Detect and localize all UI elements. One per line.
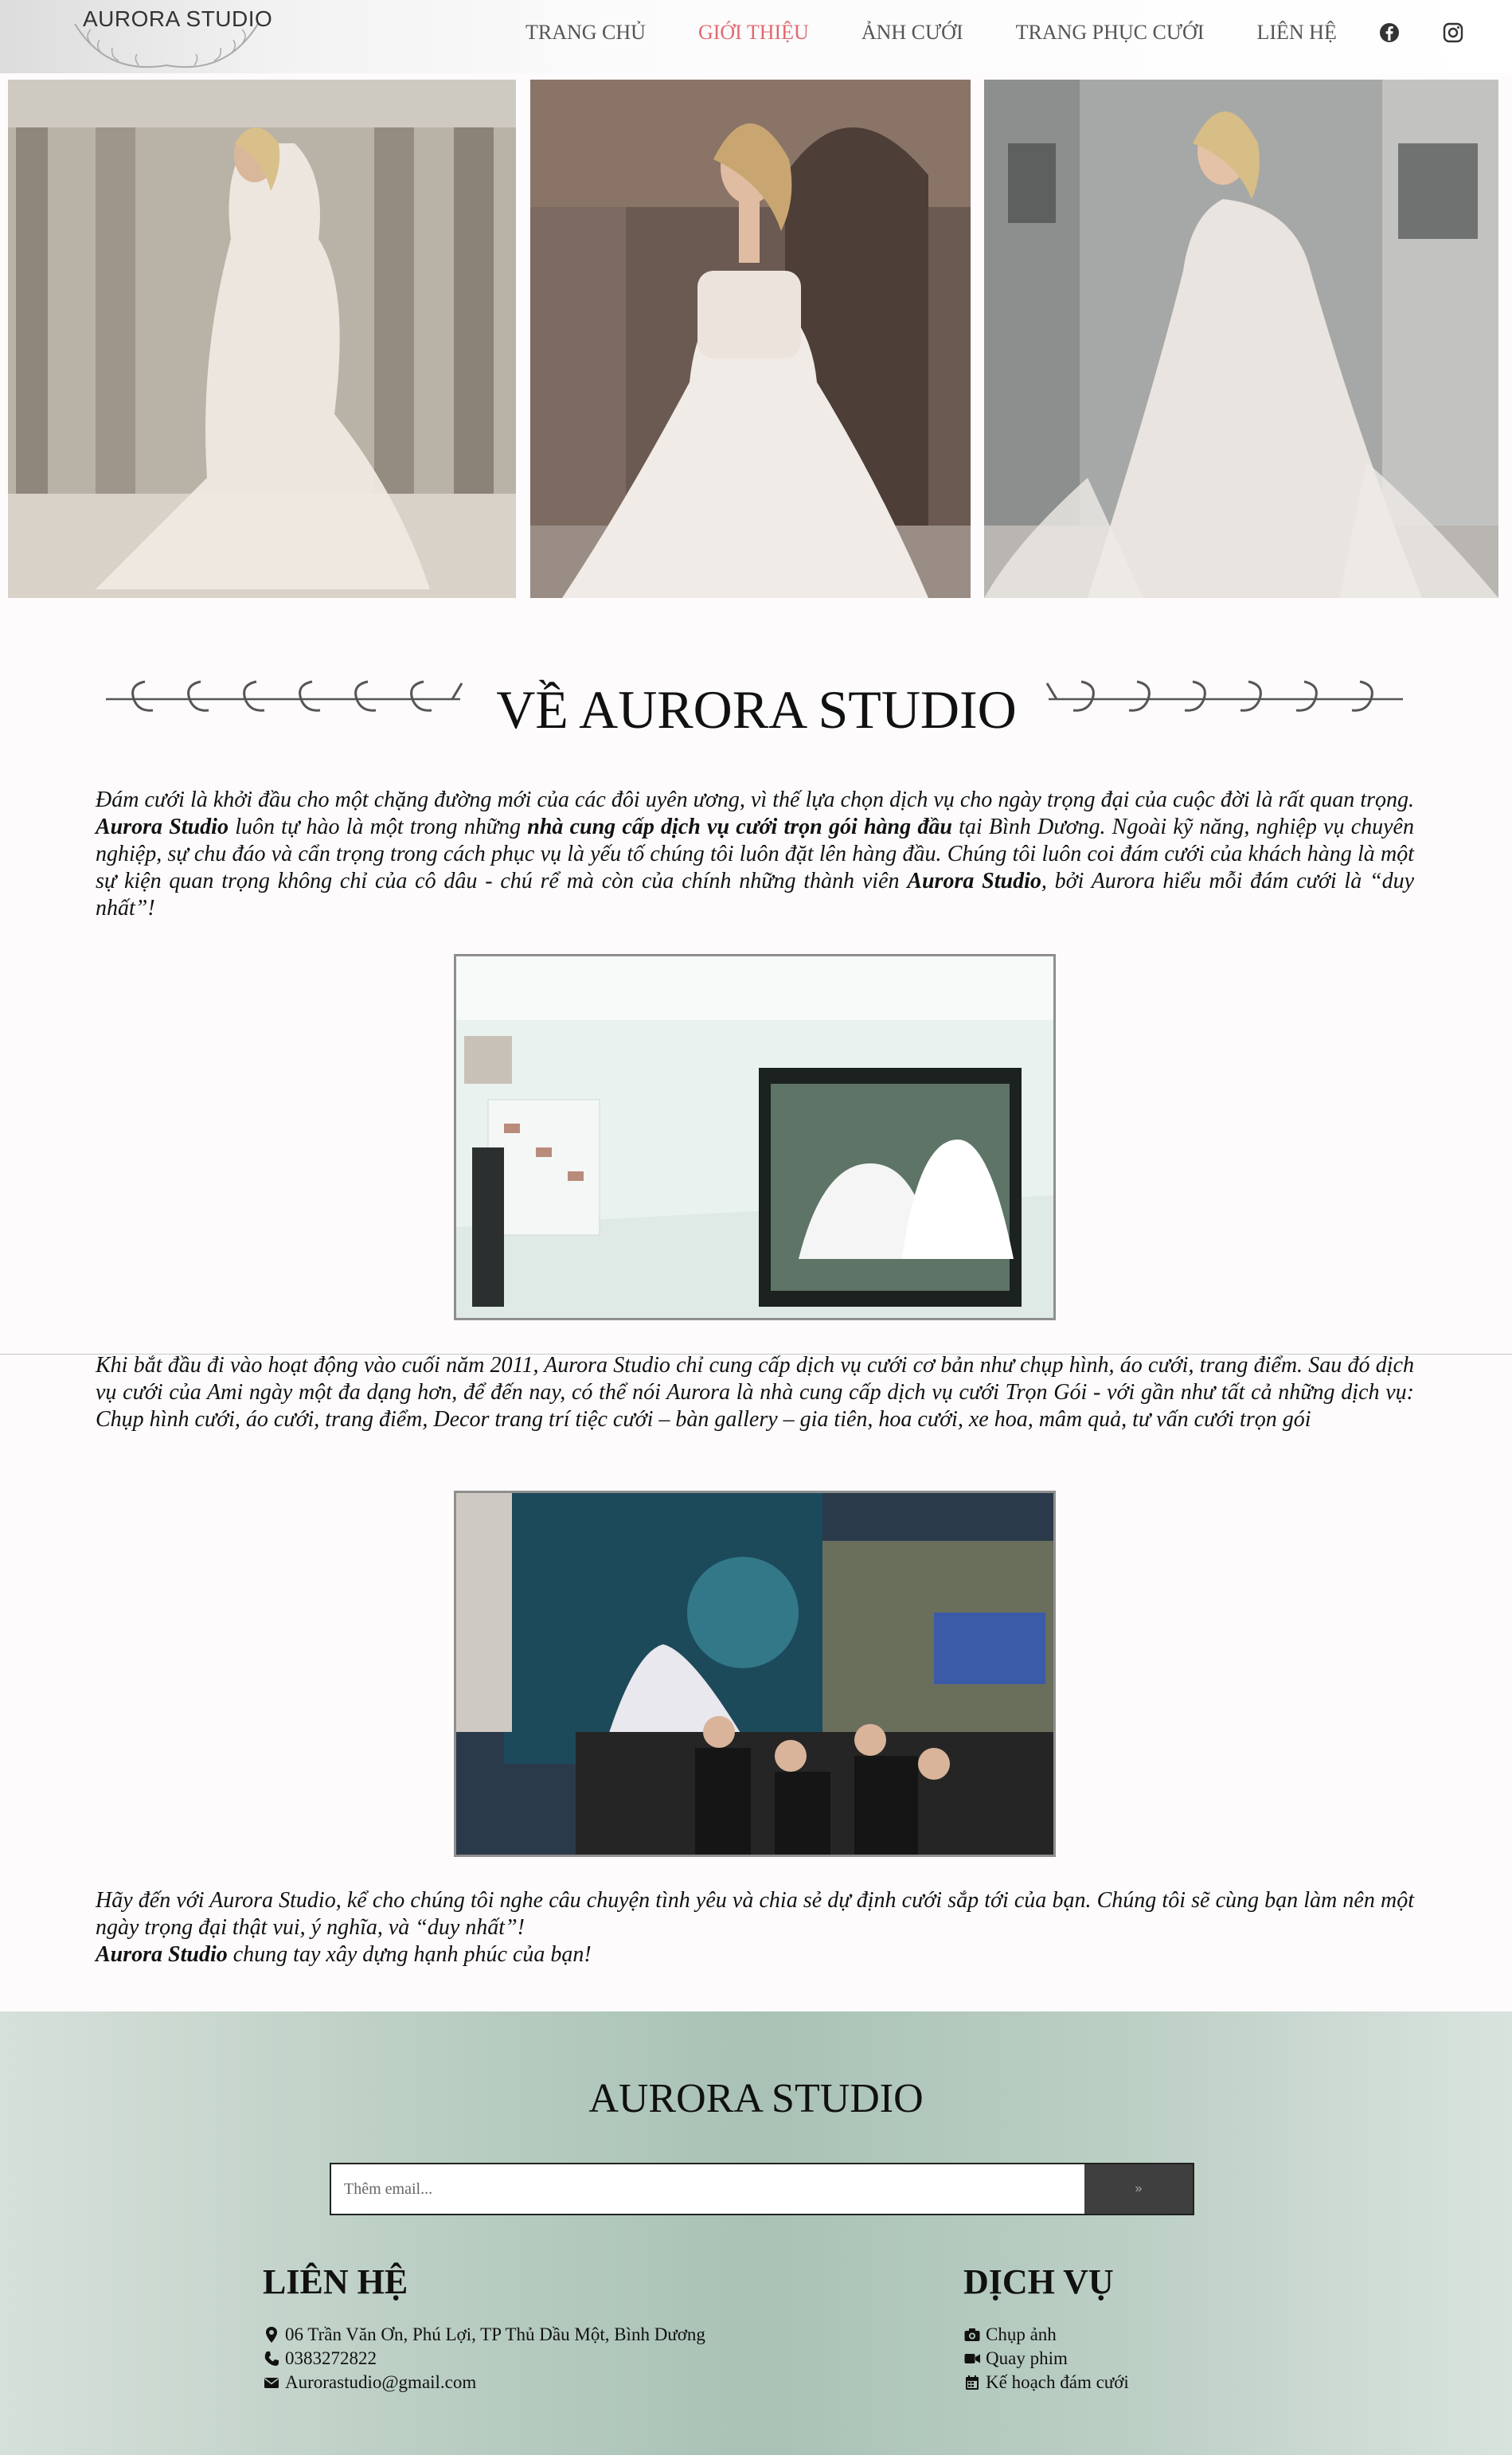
facebook-icon[interactable] bbox=[1378, 22, 1401, 44]
services-column: DỊCH VỤ Chụp ảnh Quay phim Kế hoạch đám … bbox=[963, 2261, 1129, 2394]
service-item-photo[interactable]: Chụp ảnh bbox=[963, 2323, 1129, 2347]
text: luôn tự hào là một trong những bbox=[228, 815, 528, 839]
leaf-divider-right-icon bbox=[1045, 680, 1403, 712]
phone-text: 0383272822 bbox=[285, 2348, 377, 2368]
service-item-video[interactable]: Quay phim bbox=[963, 2347, 1129, 2371]
contact-phone[interactable]: 0383272822 bbox=[263, 2347, 705, 2371]
subscribe-form: » bbox=[330, 2163, 1194, 2215]
site-header: AURORA STUDIO TRANG CHỦ GIỚI THIỆU ẢNH C… bbox=[0, 0, 1512, 73]
banner-photo-1 bbox=[8, 80, 516, 598]
email-input[interactable] bbox=[331, 2164, 1084, 2214]
brand-name: Aurora Studio bbox=[907, 869, 1041, 893]
banner-photo-3 bbox=[984, 80, 1498, 598]
highlight: nhà cung cấp dịch vụ cưới trọn gói hàng … bbox=[527, 815, 952, 839]
footer-title: AURORA STUDIO bbox=[588, 2076, 924, 2121]
logo-text: AURORA STUDIO bbox=[83, 6, 273, 31]
about-paragraph-3: Hãy đến với Aurora Studio, kể cho chúng … bbox=[96, 1887, 1414, 1968]
nav-trang-chu[interactable]: TRANG CHỦ bbox=[525, 21, 646, 45]
nav-gioi-thieu[interactable]: GIỚI THIỆU bbox=[698, 21, 809, 45]
about-paragraph-1: Đám cưới là khởi đầu cho một chặng đường… bbox=[96, 787, 1414, 922]
subscribe-button[interactable]: » bbox=[1084, 2164, 1193, 2214]
logo[interactable]: AURORA STUDIO bbox=[59, 0, 274, 73]
wedding-fair-photo bbox=[454, 1491, 1056, 1857]
site-footer: AURORA STUDIO » LIÊN HỆ 06 Trần Văn Ơn, … bbox=[0, 2011, 1512, 2455]
service-label: Kế hoạch đám cưới bbox=[986, 2372, 1129, 2392]
envelope-icon bbox=[264, 2378, 279, 2388]
service-item-planning[interactable]: Kế hoạch đám cưới bbox=[963, 2371, 1129, 2394]
instagram-icon[interactable] bbox=[1442, 22, 1464, 44]
contact-column: LIÊN HỆ 06 Trần Văn Ơn, Phú Lợi, TP Thủ … bbox=[263, 2261, 705, 2394]
camera-icon bbox=[964, 2328, 980, 2341]
nav-lien-he[interactable]: LIÊN HỆ bbox=[1256, 21, 1336, 45]
contact-heading: LIÊN HỆ bbox=[263, 2262, 408, 2301]
about-paragraph-2: Khi bắt đầu đi vào hoạt động vào cuối nă… bbox=[96, 1353, 1414, 1432]
email-text: Aurorastudio@gmail.com bbox=[285, 2372, 477, 2392]
nav-anh-cuoi[interactable]: ẢNH CƯỚI bbox=[861, 21, 963, 45]
address-text: 06 Trần Văn Ơn, Phú Lợi, TP Thủ Dầu Một,… bbox=[285, 2324, 705, 2344]
service-label: Quay phim bbox=[986, 2348, 1068, 2368]
brand-name: Aurora Studio bbox=[96, 1942, 228, 1967]
video-camera-icon bbox=[964, 2354, 980, 2363]
text: chung tay xây dựng hạnh phúc của bạn! bbox=[227, 1942, 592, 1967]
main-nav: TRANG CHỦ GIỚI THIỆU ẢNH CƯỚI TRANG PHỤC… bbox=[525, 21, 1464, 45]
services-heading: DỊCH VỤ bbox=[963, 2262, 1114, 2301]
contact-email[interactable]: Aurorastudio@gmail.com bbox=[263, 2371, 705, 2394]
nav-trang-phuc-cuoi[interactable]: TRANG PHỤC CƯỚI bbox=[1016, 21, 1205, 45]
leaf-divider-left-icon bbox=[106, 680, 463, 712]
text: Hãy đến với Aurora Studio, kể cho chúng … bbox=[96, 1888, 1414, 1940]
service-label: Chụp ảnh bbox=[986, 2324, 1057, 2344]
about-title: VỀ AURORA STUDIO bbox=[496, 679, 1017, 740]
phone-icon bbox=[264, 2351, 279, 2366]
text: Đám cưới là khởi đầu cho một chặng đường… bbox=[96, 788, 1414, 812]
calendar-icon bbox=[966, 2375, 979, 2390]
banner-photo-2 bbox=[530, 80, 971, 598]
contact-address: 06 Trần Văn Ơn, Phú Lợi, TP Thủ Dầu Một,… bbox=[263, 2323, 705, 2347]
map-marker-icon bbox=[266, 2327, 277, 2343]
brand-name: Aurora Studio bbox=[96, 815, 229, 839]
studio-showroom-photo bbox=[454, 954, 1056, 1320]
